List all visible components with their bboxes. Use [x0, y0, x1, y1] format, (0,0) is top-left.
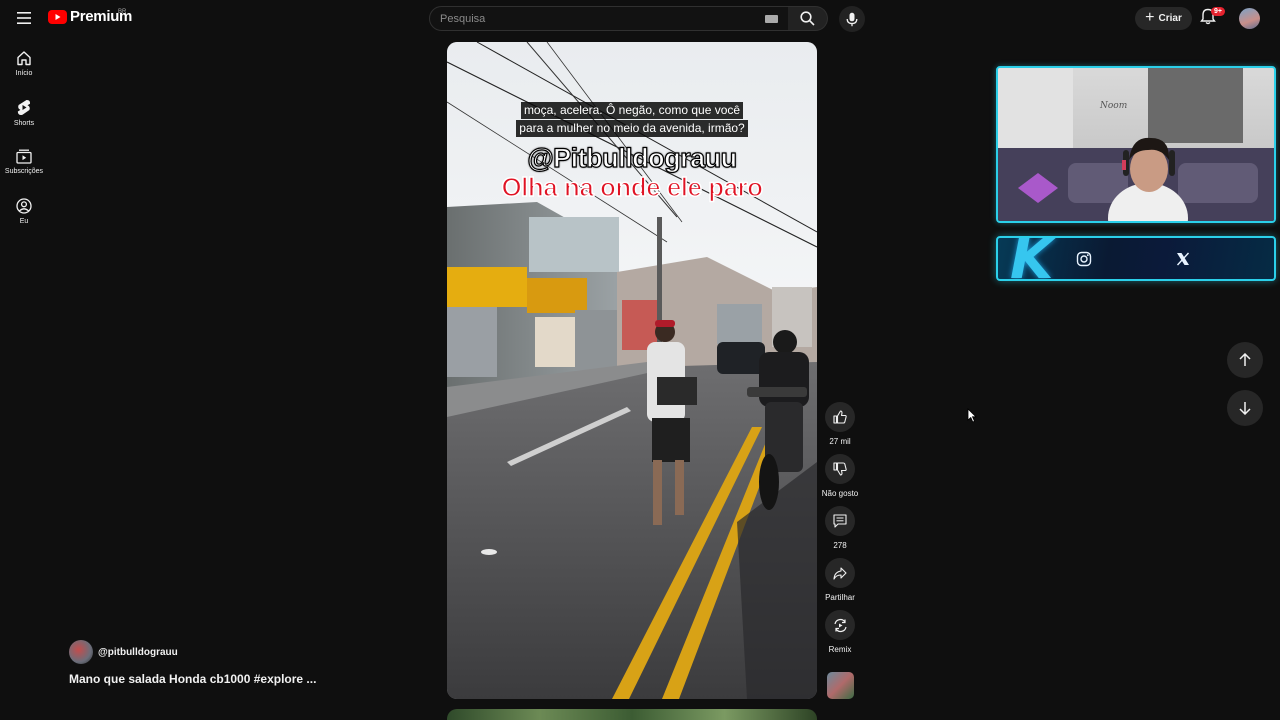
video-frame-scene	[447, 42, 817, 699]
search-icon	[800, 11, 815, 26]
home-icon	[17, 51, 31, 66]
search-button[interactable]	[788, 6, 828, 31]
instagram-icon[interactable]	[1076, 251, 1092, 267]
shorts-icon	[17, 99, 31, 115]
remix-button[interactable]: Remix	[820, 610, 860, 654]
caption-line: moça, acelera. Ô negão, como que você	[520, 102, 744, 119]
subscriptions-icon	[16, 149, 32, 164]
like-button-circle	[825, 402, 855, 432]
comments-button[interactable]: 278	[820, 506, 860, 550]
x-twitter-icon[interactable]	[1175, 251, 1191, 267]
menu-button[interactable]	[12, 6, 36, 30]
video-overlay-text: Olha na onde ele paro	[501, 171, 764, 203]
comment-count: 278	[833, 541, 847, 550]
brand-k-logo: K	[1010, 236, 1054, 281]
streamer-webcam-overlay: Noom	[996, 66, 1276, 223]
dislike-label: Não gosto	[821, 489, 859, 498]
logo-country-code: BR	[118, 9, 127, 15]
sidebar-item-home[interactable]: Início	[0, 50, 48, 94]
youtube-premium-logo[interactable]: Premium BR	[48, 8, 132, 25]
dislike-button-circle	[825, 454, 855, 484]
video-caption: moça, acelera. Ô negão, como que você pa…	[447, 101, 817, 137]
remix-button-circle	[825, 610, 855, 640]
sidebar-item-shorts[interactable]: Shorts	[0, 99, 48, 143]
plus-icon: +	[1145, 8, 1155, 26]
search-input[interactable]	[430, 12, 750, 25]
search-box	[429, 6, 789, 31]
like-count: 27 mil	[829, 437, 851, 446]
create-button[interactable]: + Criar	[1135, 7, 1192, 30]
thumbs-up-icon	[833, 410, 847, 424]
voice-search-button[interactable]	[839, 6, 865, 32]
shorts-video-player[interactable]: moça, acelera. Ô negão, como que você pa…	[447, 42, 817, 699]
channel-avatar[interactable]	[69, 640, 93, 664]
share-button-circle	[825, 558, 855, 588]
sidebar-item-subscriptions[interactable]: Subscrições	[0, 149, 48, 193]
comment-icon	[833, 514, 847, 528]
like-button[interactable]: 27 mil	[820, 402, 860, 446]
next-short-button[interactable]	[1227, 390, 1263, 426]
microphone-icon	[846, 12, 858, 26]
sidebar-item-label: Shorts	[13, 120, 35, 127]
share-icon	[833, 566, 847, 580]
channel-name[interactable]: @pitbulldograuu	[98, 647, 178, 658]
caption-line: para a mulher no meio da avenida, irmão?	[516, 120, 748, 137]
webcam-scene: Noom	[998, 68, 1274, 221]
svg-text:Noom: Noom	[1099, 101, 1127, 111]
user-icon	[16, 198, 32, 214]
remix-icon	[833, 618, 847, 632]
sidebar-item-label: Subscrições	[4, 168, 44, 175]
notifications-button[interactable]: 9+	[1200, 7, 1225, 30]
create-label: Criar	[1158, 13, 1182, 24]
top-bar: Premium BR + Criar 9+	[0, 0, 1280, 38]
arrow-up-icon	[1239, 353, 1251, 366]
thumbs-down-icon	[833, 462, 847, 476]
share-label: Partilhar	[825, 593, 855, 602]
video-title[interactable]: Mano que salada Honda cb1000 #explore ..…	[69, 672, 316, 686]
previous-short-button[interactable]	[1227, 342, 1263, 378]
channel-info[interactable]: @pitbulldograuu	[69, 640, 178, 664]
dislike-button[interactable]: Não gosto	[820, 454, 860, 498]
video-overlay-handle: @Pitbulldograuu	[527, 142, 738, 173]
share-button[interactable]: Partilhar	[820, 558, 860, 602]
streamer-social-bar: K	[996, 236, 1276, 281]
sidebar-item-label: Início	[15, 70, 33, 77]
sidebar-item-label: Eu	[19, 218, 29, 225]
comments-button-circle	[825, 506, 855, 536]
remix-label: Remix	[828, 645, 852, 654]
keyboard-icon[interactable]	[765, 15, 778, 23]
sidebar-item-you[interactable]: Eu	[0, 198, 48, 242]
arrow-down-icon	[1239, 402, 1251, 415]
mouse-cursor-icon	[967, 408, 977, 423]
notification-badge: 9+	[1211, 7, 1225, 16]
youtube-play-icon	[48, 9, 67, 24]
hamburger-icon	[17, 12, 31, 24]
account-avatar[interactable]	[1239, 8, 1260, 29]
sound-thumbnail[interactable]	[827, 672, 854, 699]
next-short-preview[interactable]	[447, 709, 817, 720]
